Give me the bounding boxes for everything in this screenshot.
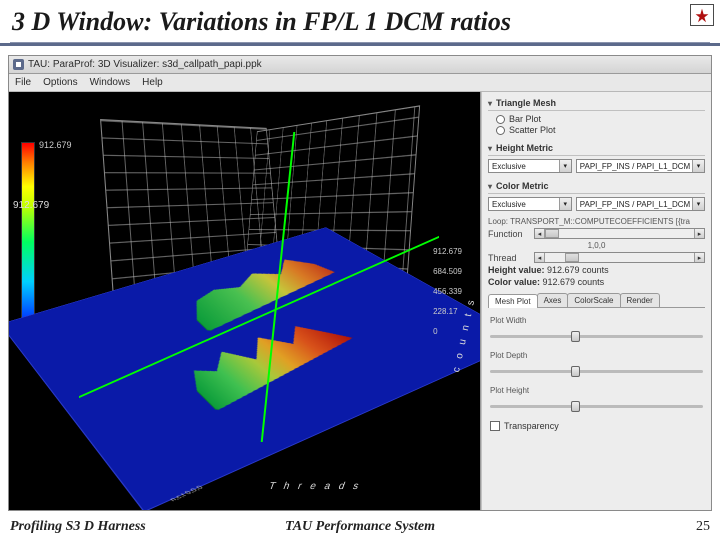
function-scrollbar[interactable]: ◂ ▸ — [534, 228, 705, 239]
slide-footer: Profiling S3 D Harness TAU Performance S… — [0, 514, 720, 540]
plot-height-slider[interactable] — [490, 399, 703, 413]
plot-3d-area[interactable]: 912.679 0 912.679 .TAU applicationMPI_In… — [9, 92, 481, 510]
radio-bar-plot[interactable]: Bar Plot — [496, 114, 705, 124]
color-metric-heading[interactable]: Color Metric — [488, 179, 705, 194]
color-metric-combo[interactable]: PAPI_FP_INS / PAPI_L1_DCM ▾ — [576, 197, 705, 211]
plot-depth-slider[interactable] — [490, 364, 703, 378]
control-panel: Triangle Mesh Bar Plot Scatter Plot Heig… — [481, 92, 711, 510]
footer-center: TAU Performance System — [0, 519, 720, 535]
menu-file[interactable]: File — [15, 77, 31, 88]
scrollbar-thumb[interactable] — [545, 229, 559, 238]
chevron-down-icon: ▾ — [692, 198, 704, 210]
height-metric-combo[interactable]: PAPI_FP_INS / PAPI_L1_DCM ▾ — [576, 159, 705, 173]
menu-options[interactable]: Options — [43, 77, 77, 88]
transparency-checkbox-row[interactable]: Transparency — [490, 421, 703, 431]
plot-depth-label: Plot Depth — [490, 351, 703, 360]
tab-axes[interactable]: Axes — [537, 293, 569, 307]
height-metric-heading[interactable]: Height Metric — [488, 141, 705, 156]
chevron-down-icon: ▾ — [692, 160, 704, 172]
tab-render[interactable]: Render — [620, 293, 660, 307]
plot-option-tabs: Mesh Plot Axes ColorScale Render — [488, 293, 705, 308]
radio-scatter-plot[interactable]: Scatter Plot — [496, 125, 705, 135]
legend-max: 912.679 — [39, 140, 72, 150]
height-mode-combo[interactable]: Exclusive ▾ — [488, 159, 572, 173]
threads-axis-label: T h r e a d s — [267, 481, 363, 492]
scroll-right-icon[interactable]: ▸ — [694, 253, 704, 262]
function-field-caption: Loop: TRANSPORT_M::COMPUTECOEFFICIENTS [… — [488, 217, 705, 226]
height-value-row: Height value: 912.679 counts — [488, 265, 705, 275]
tab-mesh-plot[interactable]: Mesh Plot — [488, 294, 538, 308]
chevron-down-icon: ▾ — [559, 198, 571, 210]
window-title: TAU: ParaProf: 3D Visualizer: s3d_callpa… — [28, 59, 262, 70]
value-tag: 912.679 — [13, 200, 49, 211]
chevron-down-icon: ▾ — [559, 160, 571, 172]
menu-windows[interactable]: Windows — [90, 77, 131, 88]
color-value-row: Color value: 912.679 counts — [488, 277, 705, 287]
color-legend — [21, 142, 35, 342]
app-titlebar[interactable]: TAU: ParaProf: 3D Visualizer: s3d_callpa… — [9, 56, 711, 74]
app-window: TAU: ParaProf: 3D Visualizer: s3d_callpa… — [8, 55, 712, 511]
radio-icon — [496, 115, 505, 124]
menu-help[interactable]: Help — [142, 77, 163, 88]
plot-width-slider[interactable] — [490, 329, 703, 343]
plot-type-heading[interactable]: Triangle Mesh — [488, 96, 705, 111]
color-mode-combo[interactable]: Exclusive ▾ — [488, 197, 572, 211]
plot-width-label: Plot Width — [490, 316, 703, 325]
thread-label: Thread — [488, 253, 530, 263]
radio-icon — [496, 126, 505, 135]
slide-title-text: 3 D Window: Variations in FP/L 1 DCM rat… — [12, 7, 511, 37]
scrollbar-thumb[interactable] — [565, 253, 579, 262]
tab-colorscale[interactable]: ColorScale — [567, 293, 620, 307]
app-icon — [13, 59, 24, 70]
thread-value-caption: 1,0,0 — [488, 241, 705, 250]
counts-axis-ticks: 912.679684.509456.339228.170 — [433, 242, 462, 342]
slide-logo — [690, 4, 714, 26]
scroll-right-icon[interactable]: ▸ — [694, 229, 704, 238]
menubar: File Options Windows Help — [9, 74, 711, 92]
plot-height-label: Plot Height — [490, 386, 703, 395]
page-number: 25 — [696, 519, 710, 535]
slide-title: 3 D Window: Variations in FP/L 1 DCM rat… — [0, 0, 720, 46]
scroll-left-icon[interactable]: ◂ — [535, 229, 545, 238]
scroll-left-icon[interactable]: ◂ — [535, 253, 545, 262]
function-label: Function — [488, 229, 530, 239]
checkbox-icon[interactable] — [490, 421, 500, 431]
thread-scrollbar[interactable]: ◂ ▸ — [534, 252, 705, 263]
